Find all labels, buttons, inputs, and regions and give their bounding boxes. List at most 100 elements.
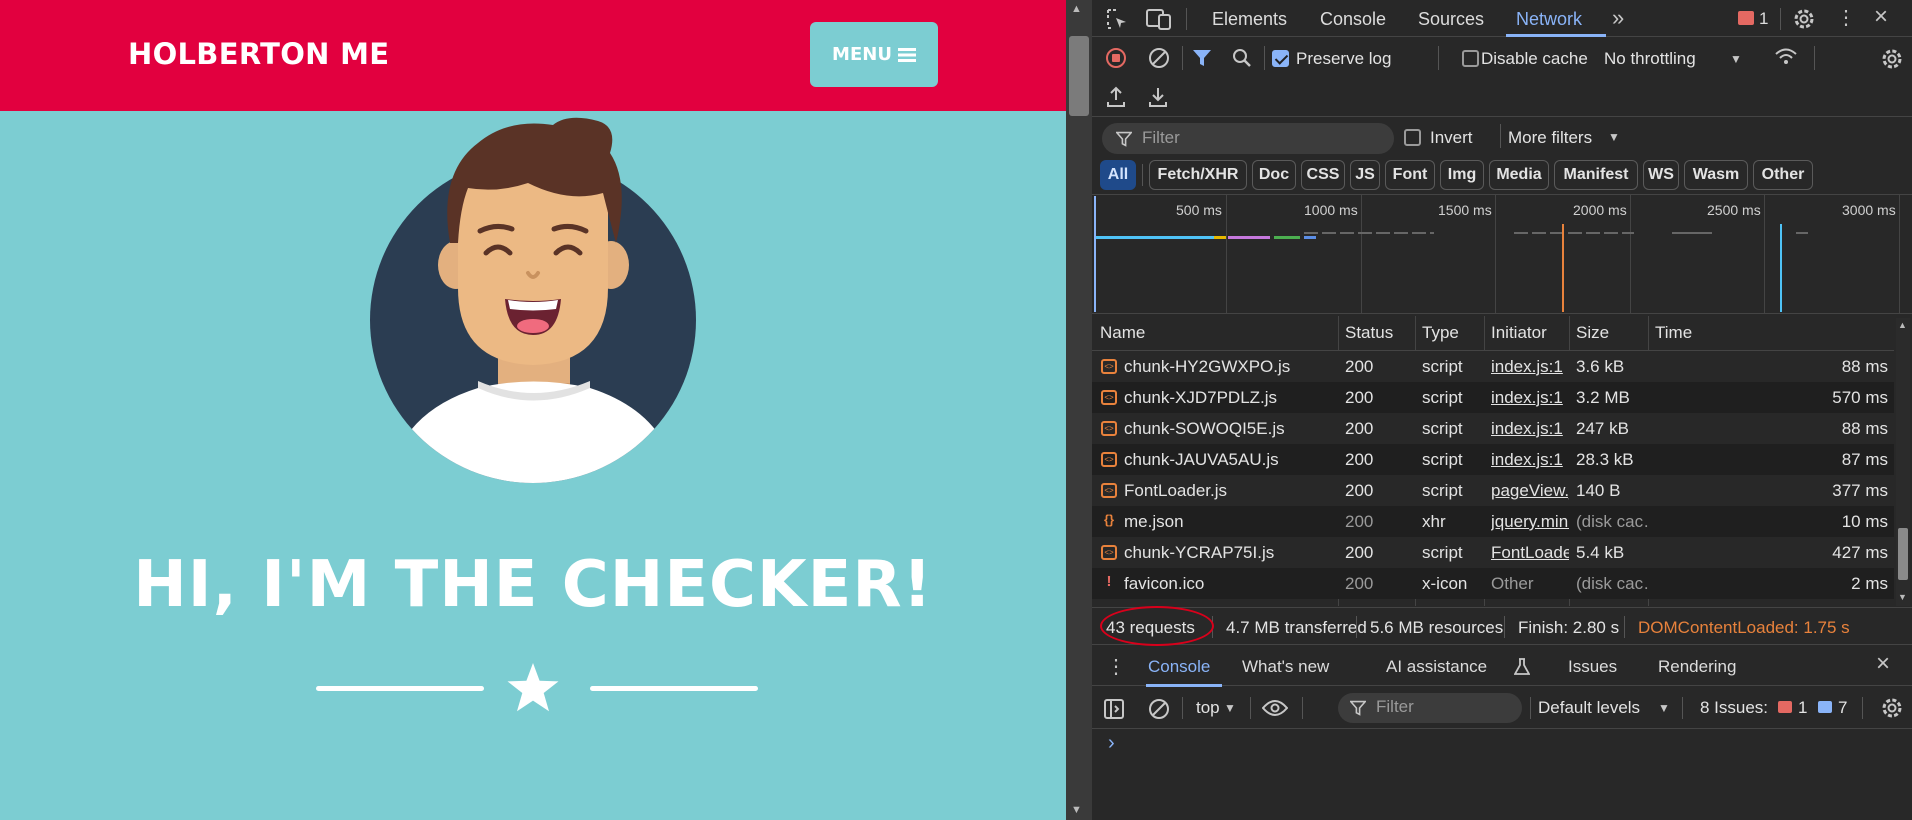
throttling-select[interactable]: No throttling [1604, 49, 1696, 69]
scroll-up-arrow-icon[interactable]: ▲ [1071, 3, 1082, 15]
timeline-bar [1514, 232, 1634, 234]
more-options-icon[interactable]: ⋮ [1836, 5, 1856, 30]
cell-name[interactable]: chunk-YCRAP75I.js [1124, 537, 1334, 568]
page-scroll-thumb[interactable] [1069, 36, 1089, 116]
tab-network[interactable]: Network [1516, 9, 1582, 30]
chevron-down-icon[interactable]: ▼ [1730, 52, 1742, 66]
more-filters-button[interactable]: More filters [1508, 128, 1592, 148]
table-row[interactable]: <> chunk-SOWOQI5E.js 200 script index.js:1 24… [1092, 413, 1894, 444]
cell-initiator[interactable]: index.js:1 [1491, 382, 1569, 413]
error-icon[interactable] [1738, 11, 1754, 25]
chevron-down-icon[interactable]: ▼ [1224, 701, 1236, 715]
disable-cache-checkbox[interactable] [1462, 50, 1479, 67]
log-levels-select[interactable]: Default levels [1538, 698, 1640, 718]
type-filter-font[interactable]: Font [1385, 160, 1435, 190]
import-har-icon[interactable] [1106, 86, 1126, 108]
type-filter-doc[interactable]: Doc [1252, 160, 1296, 190]
scroll-down-arrow-icon[interactable]: ▼ [1071, 804, 1082, 816]
invert-checkbox[interactable] [1404, 129, 1421, 146]
type-filter-manifest[interactable]: Manifest [1554, 160, 1638, 190]
type-filter-js[interactable]: JS [1350, 160, 1380, 190]
cell-name[interactable]: chunk-SOWOQI5E.js [1124, 413, 1334, 444]
cell-name[interactable]: chunk-XJD7PDLZ.js [1124, 382, 1334, 413]
table-row[interactable]: <> chunk-HY2GWXPO.js 200 script index.js:1 3.… [1092, 351, 1894, 382]
filter-input[interactable]: Filter [1102, 123, 1394, 154]
type-filter-fetch-xhr[interactable]: Fetch/XHR [1149, 160, 1247, 190]
network-conditions-icon[interactable] [1774, 47, 1798, 67]
more-tabs-icon[interactable]: » [1612, 5, 1624, 31]
tab-sources[interactable]: Sources [1418, 9, 1484, 30]
filter-funnel-icon[interactable] [1192, 48, 1212, 68]
table-row[interactable]: ! favicon.ico 200 x-icon Other (disk cac… 2 ms [1092, 568, 1894, 599]
inspect-element-icon[interactable] [1106, 8, 1128, 30]
table-row[interactable]: <> chunk-JAUVA5AU.js 200 script index.js:1 28… [1092, 444, 1894, 475]
settings-gear-icon[interactable] [1792, 7, 1816, 31]
cell-initiator[interactable]: FontLoader. [1491, 537, 1569, 568]
column-header-initiator[interactable]: Initiator [1491, 316, 1547, 350]
column-header-name[interactable]: Name [1100, 316, 1145, 350]
tab-elements[interactable]: Elements [1212, 9, 1287, 30]
column-header-type[interactable]: Type [1422, 316, 1459, 350]
device-toolbar-icon[interactable] [1146, 8, 1172, 30]
cell-initiator[interactable]: index.js:1 [1491, 444, 1569, 475]
sidebar-toggle-icon[interactable] [1104, 699, 1124, 719]
clear-icon[interactable] [1148, 47, 1170, 69]
console-prompt[interactable]: › [1108, 732, 1115, 755]
drawer-tab-issues[interactable]: Issues [1568, 657, 1617, 677]
cell-name[interactable]: favicon.ico [1124, 568, 1334, 599]
scroll-up-arrow-icon[interactable]: ▲ [1898, 320, 1907, 330]
hamburger-icon [897, 47, 916, 62]
type-filter-media[interactable]: Media [1489, 160, 1549, 190]
type-filter-css[interactable]: CSS [1301, 160, 1345, 190]
record-stop-icon[interactable] [1106, 48, 1126, 68]
chevron-down-icon[interactable]: ▼ [1608, 130, 1620, 144]
type-filter-other[interactable]: Other [1753, 160, 1813, 190]
drawer-tab-ai-assistance[interactable]: AI assistance [1386, 657, 1487, 677]
cell-initiator[interactable]: pageView.js [1491, 475, 1569, 506]
chevron-down-icon[interactable]: ▼ [1658, 701, 1670, 715]
cell-name[interactable]: chunk-JAUVA5AU.js [1124, 444, 1334, 475]
tab-console[interactable]: Console [1320, 9, 1386, 30]
drawer-tab-console[interactable]: Console [1148, 657, 1210, 677]
clear-console-icon[interactable] [1148, 698, 1170, 720]
close-devtools-icon[interactable]: × [1874, 3, 1888, 31]
search-icon[interactable] [1232, 48, 1252, 68]
page-scrollbar[interactable] [1066, 0, 1092, 820]
cell-name[interactable]: chunk-HY2GWXPO.js [1124, 351, 1334, 382]
table-row[interactable]: <> chunk-YCRAP75I.js 200 script FontLoader. 5… [1092, 537, 1894, 568]
drawer-tab-whats-new[interactable]: What's new [1242, 657, 1329, 677]
scroll-down-arrow-icon[interactable]: ▼ [1898, 592, 1907, 602]
site-title[interactable]: HOLBERTON ME [128, 37, 389, 71]
cell-name[interactable]: FontLoader.js [1124, 475, 1334, 506]
type-filter-all[interactable]: All [1100, 160, 1136, 190]
cell-initiator[interactable]: jquery.min.j [1491, 506, 1569, 537]
console-settings-gear-icon[interactable] [1880, 696, 1904, 720]
column-header-size[interactable]: Size [1576, 316, 1609, 350]
type-filter-wasm[interactable]: Wasm [1684, 160, 1748, 190]
eye-icon[interactable] [1262, 699, 1288, 717]
cell-initiator[interactable]: Other [1491, 568, 1569, 599]
table-row[interactable]: {} me.json 200 xhr jquery.min.j (disk cac… 10 … [1092, 506, 1894, 537]
issues-count[interactable]: 1 [1759, 9, 1768, 29]
type-filter-img[interactable]: Img [1440, 160, 1484, 190]
preserve-log-checkbox[interactable] [1272, 50, 1289, 67]
type-filter-ws[interactable]: WS [1643, 160, 1679, 190]
table-row[interactable]: <> FontLoader.js 200 script pageView.js 140 B… [1092, 475, 1894, 506]
export-har-icon[interactable] [1148, 86, 1168, 108]
drawer-tab-rendering[interactable]: Rendering [1658, 657, 1736, 677]
issues-label[interactable]: 8 Issues: [1700, 698, 1768, 718]
drawer-menu-icon[interactable]: ⋮ [1106, 654, 1126, 679]
table-scroll-thumb[interactable] [1898, 528, 1908, 580]
column-header-status[interactable]: Status [1345, 316, 1393, 350]
context-select[interactable]: top [1196, 698, 1220, 718]
network-settings-gear-icon[interactable] [1880, 47, 1904, 71]
cell-initiator[interactable]: index.js:1 [1491, 351, 1569, 382]
cell-initiator[interactable]: index.js:1 [1491, 413, 1569, 444]
menu-button[interactable]: MENU [810, 22, 938, 87]
close-drawer-icon[interactable]: × [1876, 650, 1890, 678]
table-row[interactable]: <> chunk-XJD7PDLZ.js 200 script index.js:1 3.… [1092, 382, 1894, 413]
console-filter-input[interactable]: Filter [1338, 693, 1522, 723]
cell-name[interactable]: me.json [1124, 506, 1334, 537]
timeline-bar [1304, 232, 1434, 234]
column-header-time[interactable]: Time [1655, 316, 1692, 350]
